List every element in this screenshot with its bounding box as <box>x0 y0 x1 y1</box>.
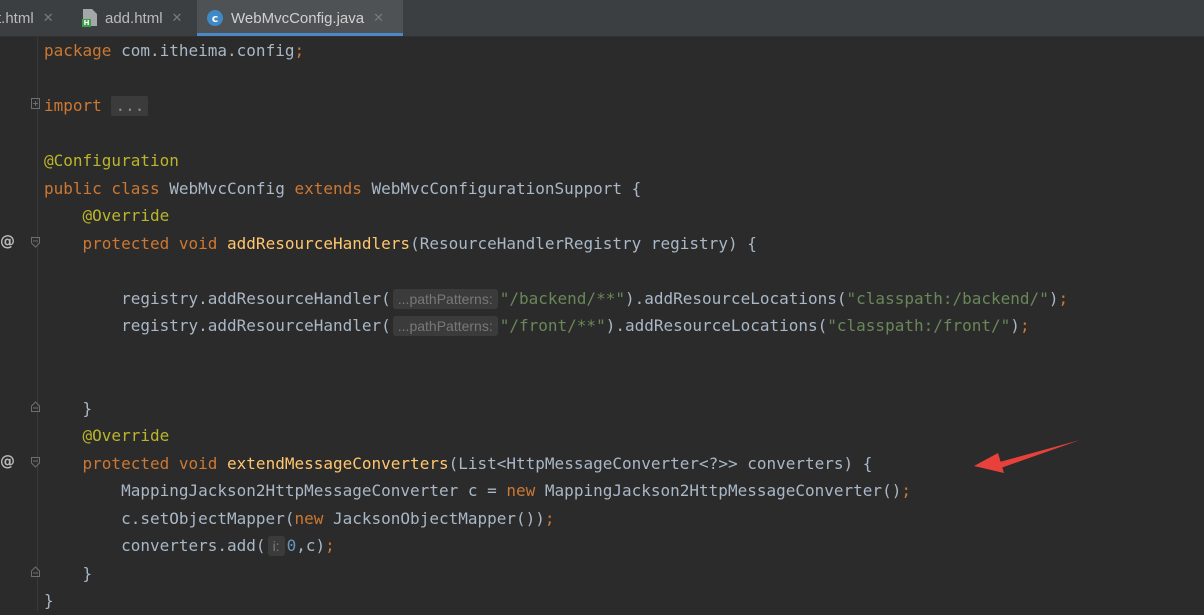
html-file-icon: H <box>82 9 98 27</box>
class-name: WebMvcConfig <box>159 178 295 198</box>
tab-label: add.html <box>105 9 163 27</box>
editor-gutter: @ @ <box>0 37 44 611</box>
close-icon[interactable]: ✕ <box>43 10 54 26</box>
paren: ) <box>1010 316 1020 335</box>
keyword: package <box>44 41 112 60</box>
method-name: extendMessageConverters <box>227 453 449 473</box>
tab-webmvcconfig-java[interactable]: c WebMvcConfig.java ✕ <box>197 0 403 36</box>
folded-imports[interactable]: ... <box>111 96 149 116</box>
keyword: new <box>506 481 536 500</box>
close-icon[interactable]: ✕ <box>373 10 384 26</box>
string-literal: "/backend/**" <box>499 288 625 308</box>
code-line-annotation: @Configuration <box>44 147 179 175</box>
code-line-import: import ... <box>44 92 149 120</box>
method-params: (List<HttpMessageConverter<?>> converter… <box>448 453 873 473</box>
semicolon: ; <box>325 536 335 555</box>
override-marker-icon[interactable]: @ <box>0 232 16 250</box>
brace: } <box>82 398 93 418</box>
string-literal: "classpath:/backend/" <box>846 288 1049 308</box>
code-line-annotation: @Override <box>44 422 170 450</box>
code-line-statement: converters.add(i: 0,c); <box>44 532 335 560</box>
code-line-class-declaration: public class WebMvcConfig extends WebMvc… <box>44 175 641 203</box>
code-line-closing-brace: } <box>44 395 93 423</box>
fold-start-icon[interactable] <box>31 237 40 248</box>
code-line-statement: MappingJackson2HttpMessageConverter c = … <box>44 477 911 505</box>
parameter-hint: ...pathPatterns: <box>392 316 498 336</box>
call: registry.addResourceHandler( <box>121 288 391 308</box>
keyword: public class <box>44 178 160 198</box>
override-marker-icon[interactable]: @ <box>0 452 16 470</box>
code-line-statement: registry.addResourceHandler(...pathPatte… <box>44 312 1030 340</box>
number-literal: 0 <box>286 536 297 555</box>
annotation: @Override <box>82 426 170 445</box>
java-class-icon: c <box>207 10 223 26</box>
fold-start-icon[interactable] <box>31 457 40 468</box>
brace: } <box>44 591 54 610</box>
annotation: @Configuration <box>44 151 179 170</box>
declaration: MappingJackson2HttpMessageConverter c = <box>121 481 507 500</box>
constructor-call: JacksonObjectMapper()) <box>323 508 545 528</box>
editor-tab-bar: t.html ✕ H add.html ✕ c WebMvcConfig.jav… <box>0 0 1204 37</box>
semicolon: ; <box>544 508 555 528</box>
semicolon: ; <box>1019 316 1030 335</box>
code-line-annotation: @Override <box>44 202 170 230</box>
call: converters.add( <box>121 536 266 555</box>
constructor-call: MappingJackson2HttpMessageConverter() <box>535 481 902 500</box>
call: c.setObjectMapper( <box>121 508 295 528</box>
fold-collapsed-icon[interactable] <box>31 98 40 109</box>
keyword: protected void <box>82 453 218 473</box>
code-editor[interactable]: package com.itheima.config; import ... @… <box>44 37 1204 611</box>
keyword: protected void <box>82 233 218 253</box>
keyword: extends <box>294 178 362 198</box>
string-literal: "classpath:/front/" <box>827 316 1011 335</box>
brace: } <box>82 563 93 583</box>
string-literal: "/front/**" <box>499 316 606 335</box>
semicolon: ; <box>1058 288 1069 308</box>
superclass: WebMvcConfigurationSupport { <box>361 178 642 198</box>
code-line-method-declaration: protected void extendMessageConverters(L… <box>44 450 873 478</box>
semicolon: ; <box>901 481 911 500</box>
method-name: addResourceHandlers <box>227 233 411 253</box>
call: ).addResourceLocations( <box>624 288 847 308</box>
annotation: @Override <box>82 206 170 225</box>
close-icon[interactable]: ✕ <box>172 10 183 26</box>
method-params: (ResourceHandlerRegistry registry) { <box>410 233 757 253</box>
tab-t-html[interactable]: t.html ✕ <box>0 0 70 36</box>
parameter-hint: i: <box>267 536 285 556</box>
red-arrow-icon <box>974 440 1080 473</box>
tab-label: WebMvcConfig.java <box>231 9 365 27</box>
keyword: import <box>44 96 102 115</box>
call: registry.addResourceHandler( <box>121 316 391 335</box>
tab-add-html[interactable]: H add.html ✕ <box>78 0 196 36</box>
parameter-hint: ...pathPatterns: <box>392 288 498 309</box>
args: ,c) <box>296 536 326 555</box>
semicolon: ; <box>294 41 305 60</box>
gutter-separator <box>37 37 38 611</box>
keyword: new <box>294 508 324 528</box>
call: ).addResourceLocations( <box>605 316 828 335</box>
package-name: com.itheima.config <box>111 41 295 60</box>
fold-end-icon[interactable] <box>31 566 40 577</box>
code-line-package: package com.itheima.config; <box>44 37 304 65</box>
code-line-closing-brace: } <box>44 560 93 588</box>
code-line-method-declaration: protected void addResourceHandlers(Resou… <box>44 230 757 258</box>
fold-end-icon[interactable] <box>31 401 40 412</box>
code-line-statement: registry.addResourceHandler(...pathPatte… <box>44 285 1068 313</box>
tab-label: t.html <box>0 9 34 27</box>
code-line-closing-brace: } <box>44 587 54 615</box>
code-line-statement: c.setObjectMapper(new JacksonObjectMappe… <box>44 505 555 533</box>
